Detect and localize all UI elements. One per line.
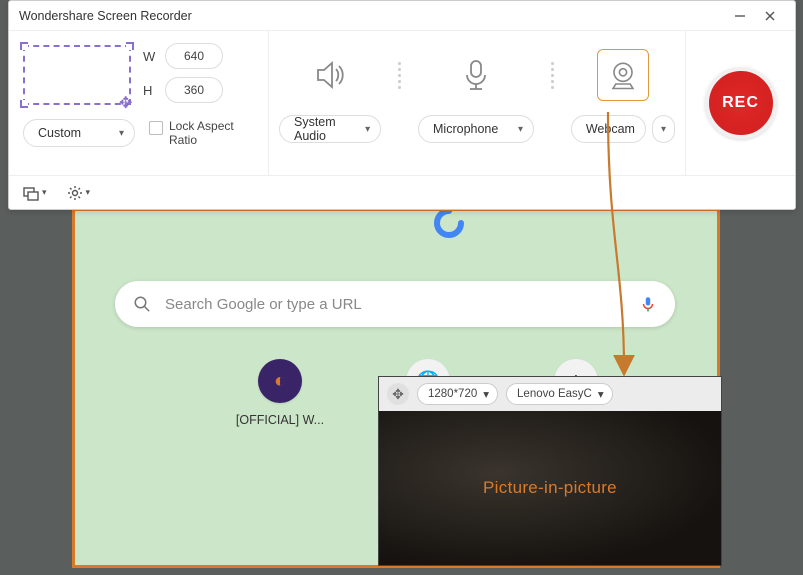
record-button-label: REC: [722, 94, 759, 112]
chevron-down-icon: ▾: [119, 128, 124, 139]
lock-aspect-label: Lock Aspect Ratio: [169, 119, 249, 148]
google-logo-icon: [431, 208, 467, 241]
region-corner: [72, 552, 88, 568]
height-label: H: [143, 83, 157, 98]
region-preview[interactable]: ✥: [23, 45, 131, 105]
pip-resolution-value: 1280*720: [428, 388, 477, 400]
chevron-down-icon: ▾: [365, 124, 370, 135]
chevron-down-icon: ▾: [598, 387, 604, 401]
width-label: W: [143, 49, 157, 64]
record-button[interactable]: REC: [705, 67, 777, 139]
settings-tool-button[interactable]: ▾: [67, 185, 91, 201]
pip-preview: Picture-in-picture: [379, 411, 721, 565]
pip-camera-dropdown[interactable]: Lenovo EasyC ▾: [506, 383, 613, 405]
pip-camera-value: Lenovo EasyC: [517, 388, 592, 400]
devices-panel: System Audio ▾ Microphone ▾: [269, 31, 685, 175]
speaker-icon[interactable]: [304, 49, 356, 101]
microphone-dropdown[interactable]: Microphone ▾: [418, 115, 534, 143]
microphone-label: Microphone: [433, 122, 498, 136]
system-audio-group: System Audio ▾: [279, 49, 381, 143]
pip-overlay-text: Picture-in-picture: [483, 478, 617, 498]
chevron-down-icon: ▾: [661, 124, 666, 135]
search-icon: [133, 295, 151, 313]
system-audio-label: System Audio: [294, 115, 357, 143]
chevron-down-icon: ▾: [518, 124, 523, 135]
region-mode-dropdown[interactable]: Custom ▾: [23, 119, 135, 147]
separator: [395, 49, 404, 101]
pip-resolution-dropdown[interactable]: 1280*720 ▾: [417, 383, 498, 405]
bottom-toolbar: ▾ ▾: [9, 175, 795, 209]
window-title: Wondershare Screen Recorder: [19, 9, 192, 23]
chevron-down-icon: ▾: [86, 187, 91, 198]
lock-aspect-checkbox[interactable]: [149, 121, 163, 135]
separator: [548, 49, 557, 101]
pip-webcam-panel[interactable]: ✥ 1280*720 ▾ Lenovo EasyC ▾ Picture-in-p…: [378, 376, 722, 566]
minimize-button[interactable]: [725, 6, 755, 26]
microphone-group: Microphone ▾: [418, 49, 534, 143]
chevron-down-icon: ▾: [483, 387, 489, 401]
width-input[interactable]: 640: [165, 43, 223, 69]
region-corner: [72, 208, 88, 224]
record-panel: REC: [685, 31, 795, 175]
titlebar: Wondershare Screen Recorder: [9, 1, 795, 31]
webcam-label: Webcam: [586, 122, 635, 136]
webcam-icon[interactable]: [597, 49, 649, 101]
webcam-dropdown[interactable]: Webcam: [571, 115, 646, 143]
voice-search-icon[interactable]: [639, 293, 657, 315]
shortcut-tile-icon: ◐: [258, 359, 302, 403]
pip-header: ✥ 1280*720 ▾ Lenovo EasyC ▾: [379, 377, 721, 411]
system-audio-dropdown[interactable]: System Audio ▾: [279, 115, 381, 143]
browser-search-bar[interactable]: Search Google or type a URL: [115, 281, 675, 327]
region-mode-value: Custom: [38, 126, 81, 140]
microphone-icon[interactable]: [450, 49, 502, 101]
region-corner: [704, 208, 720, 224]
close-button[interactable]: [755, 6, 785, 26]
move-icon[interactable]: ✥: [119, 93, 135, 109]
shortcut-label: [OFFICIAL] W...: [235, 413, 325, 427]
region-panel: ✥ W 640 H 360 Custom ▾: [9, 31, 269, 175]
webcam-group: Webcam ▾: [571, 49, 675, 143]
chevron-down-icon: ▾: [42, 187, 47, 198]
search-placeholder: Search Google or type a URL: [165, 296, 625, 313]
move-handle-icon[interactable]: ✥: [387, 383, 409, 405]
screenshot-tool-button[interactable]: ▾: [23, 185, 47, 201]
height-input[interactable]: 360: [165, 77, 223, 103]
recorder-window: Wondershare Screen Recorder ✥ W 640: [8, 0, 796, 210]
shortcut-item[interactable]: ◐ [OFFICIAL] W...: [235, 359, 325, 427]
webcam-options-dropdown[interactable]: ▾: [652, 115, 675, 143]
